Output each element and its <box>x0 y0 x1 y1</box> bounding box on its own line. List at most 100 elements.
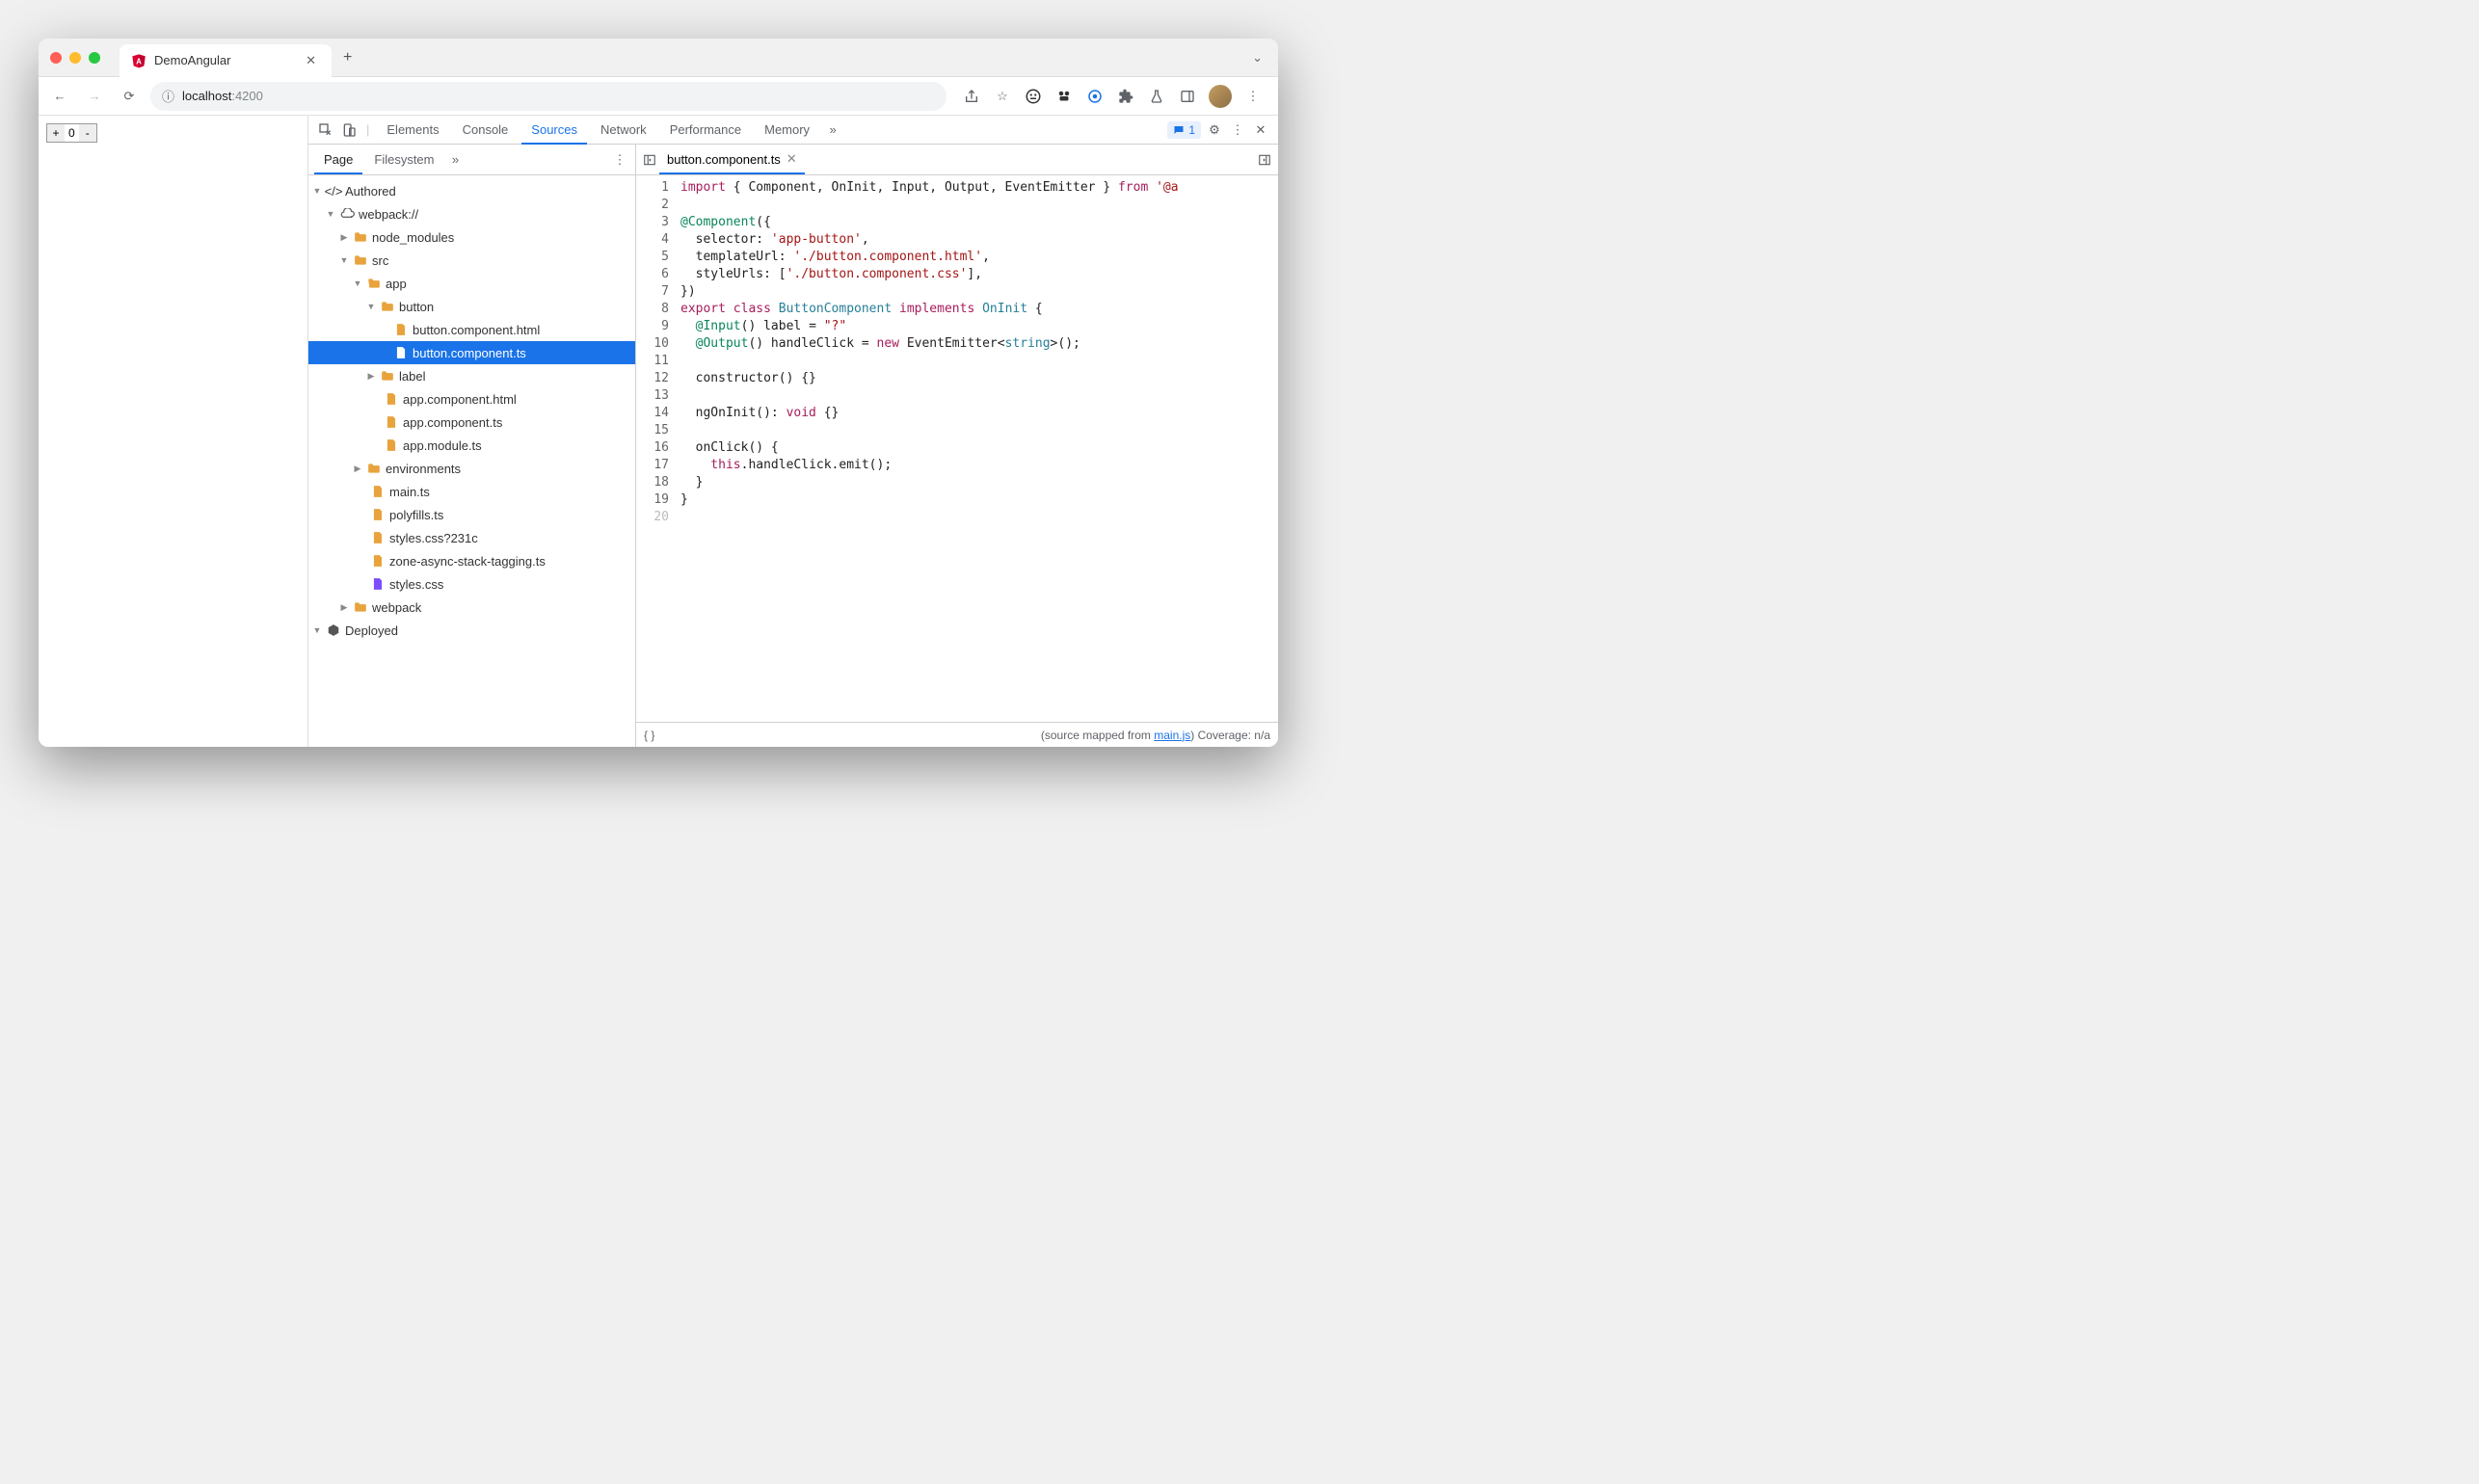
decrement-button[interactable]: - <box>79 124 96 142</box>
tree-webpack-domain[interactable]: ▼webpack:// <box>308 202 635 225</box>
extension-icon-2[interactable] <box>1054 87 1074 106</box>
devtools-body: Page Filesystem » ⋮ ▼</>Authored ▼webpac… <box>308 145 1278 747</box>
tree-webpack-folder[interactable]: ▶webpack <box>308 596 635 619</box>
folder-icon <box>353 229 368 245</box>
close-window-button[interactable] <box>50 52 62 64</box>
settings-gear-icon[interactable]: ⚙ <box>1205 120 1224 140</box>
extensions-puzzle-icon[interactable] <box>1116 87 1135 106</box>
pretty-print-icon[interactable]: { } <box>644 729 654 742</box>
file-icon <box>370 484 386 499</box>
profile-avatar[interactable] <box>1209 85 1232 108</box>
tree-deployed[interactable]: ▼Deployed <box>308 619 635 642</box>
angular-icon: A <box>131 53 147 68</box>
tree-button-ts[interactable]: button.component.ts <box>308 341 635 364</box>
toggle-navigator-icon[interactable] <box>640 150 659 170</box>
file-icon <box>384 437 399 453</box>
tree-styles-q[interactable]: styles.css?231c <box>308 526 635 549</box>
increment-button[interactable]: + <box>47 124 65 142</box>
folder-icon <box>380 368 395 384</box>
counter-value: 0 <box>65 126 79 140</box>
tree-app-ts[interactable]: app.component.ts <box>308 411 635 434</box>
folder-icon <box>366 461 382 476</box>
tab-close-button[interactable]: ✕ <box>302 53 320 68</box>
forward-button[interactable]: → <box>81 83 108 110</box>
code-content: import { Component, OnInit, Input, Outpu… <box>675 175 1278 722</box>
tree-app-module[interactable]: app.module.ts <box>308 434 635 457</box>
subtab-filesystem[interactable]: Filesystem <box>364 146 443 172</box>
folder-icon <box>353 599 368 615</box>
back-button[interactable]: ← <box>46 83 73 110</box>
file-icon <box>393 345 409 360</box>
tree-app-html[interactable]: app.component.html <box>308 387 635 411</box>
maximize-window-button[interactable] <box>89 52 100 64</box>
box-icon <box>326 623 341 638</box>
toggle-debugger-icon[interactable] <box>1255 150 1274 170</box>
reload-button[interactable]: ⟳ <box>116 83 143 110</box>
editor-tab-close[interactable]: ✕ <box>786 151 797 167</box>
line-gutter: 1234567891011121314151617181920 <box>636 175 675 722</box>
url-input[interactable]: ⓘ localhost:4200 <box>150 82 946 111</box>
folder-icon <box>380 299 395 314</box>
tree-app[interactable]: ▼app <box>308 272 635 295</box>
svg-text:A: A <box>136 57 142 66</box>
tree-button-folder[interactable]: ▼button <box>308 295 635 318</box>
tree-zone[interactable]: zone-async-stack-tagging.ts <box>308 549 635 572</box>
tree-authored[interactable]: ▼</>Authored <box>308 179 635 202</box>
page-viewport: + 0 - <box>39 116 308 747</box>
tree-label-folder[interactable]: ▶label <box>308 364 635 387</box>
content-area: + 0 - | Elements Console Sources Network… <box>39 116 1278 747</box>
editor-tab[interactable]: button.component.ts ✕ <box>659 146 805 174</box>
tab-network[interactable]: Network <box>591 117 656 143</box>
more-tabs-icon[interactable]: » <box>823 120 842 140</box>
tab-console[interactable]: Console <box>453 117 519 143</box>
folder-icon <box>366 276 382 291</box>
addressbar: ← → ⟳ ⓘ localhost:4200 ☆ ⋮ <box>39 77 1278 116</box>
file-icon <box>370 530 386 545</box>
inspect-element-icon[interactable] <box>316 120 335 140</box>
sources-navigator: Page Filesystem » ⋮ ▼</>Authored ▼webpac… <box>308 145 636 747</box>
tree-src[interactable]: ▼src <box>308 249 635 272</box>
tab-elements[interactable]: Elements <box>377 117 448 143</box>
file-icon <box>393 322 409 337</box>
more-subtabs-icon[interactable]: » <box>446 150 466 170</box>
counter-widget: + 0 - <box>46 123 97 143</box>
new-tab-button[interactable]: + <box>343 49 352 66</box>
editor-tabs: button.component.ts ✕ <box>636 145 1278 175</box>
editor-tab-label: button.component.ts <box>667 152 781 167</box>
tree-button-html[interactable]: button.component.html <box>308 318 635 341</box>
share-icon[interactable] <box>962 87 981 106</box>
source-map-link[interactable]: main.js <box>1154 729 1190 742</box>
tree-environments[interactable]: ▶environments <box>308 457 635 480</box>
issues-badge[interactable]: 1 <box>1167 121 1201 139</box>
extension-icon-1[interactable] <box>1024 87 1043 106</box>
browser-tab[interactable]: A DemoAngular ✕ <box>120 44 332 77</box>
labs-flask-icon[interactable] <box>1147 87 1166 106</box>
subtab-menu-icon[interactable]: ⋮ <box>610 150 629 170</box>
tree-main-ts[interactable]: main.ts <box>308 480 635 503</box>
file-icon <box>370 553 386 569</box>
tree-node-modules[interactable]: ▶node_modules <box>308 225 635 249</box>
url-port: :4200 <box>231 89 263 103</box>
file-tree: ▼</>Authored ▼webpack:// ▶node_modules ▼… <box>308 175 635 747</box>
device-toggle-icon[interactable] <box>339 120 359 140</box>
subtab-page[interactable]: Page <box>314 146 362 174</box>
tree-styles[interactable]: styles.css <box>308 572 635 596</box>
devtools-menu-icon[interactable]: ⋮ <box>1228 120 1247 140</box>
tab-performance[interactable]: Performance <box>660 117 751 143</box>
bookmark-star-icon[interactable]: ☆ <box>993 87 1012 106</box>
tabs-dropdown-button[interactable]: ⌄ <box>1252 50 1263 66</box>
tab-sources[interactable]: Sources <box>521 117 587 145</box>
devtools-close-icon[interactable]: ✕ <box>1251 120 1270 140</box>
status-text: (source mapped from main.js) Coverage: n… <box>1041 729 1270 742</box>
code-icon: </> <box>326 183 341 199</box>
minimize-window-button[interactable] <box>69 52 81 64</box>
site-info-icon[interactable]: ⓘ <box>162 87 174 105</box>
side-panel-icon[interactable] <box>1178 87 1197 106</box>
tab-title: DemoAngular <box>154 53 302 67</box>
code-editor[interactable]: 1234567891011121314151617181920 import {… <box>636 175 1278 722</box>
browser-menu-icon[interactable]: ⋮ <box>1243 87 1263 106</box>
extension-icon-3[interactable] <box>1085 87 1105 106</box>
tab-memory[interactable]: Memory <box>755 117 819 143</box>
window-controls <box>50 52 100 64</box>
tree-polyfills[interactable]: polyfills.ts <box>308 503 635 526</box>
